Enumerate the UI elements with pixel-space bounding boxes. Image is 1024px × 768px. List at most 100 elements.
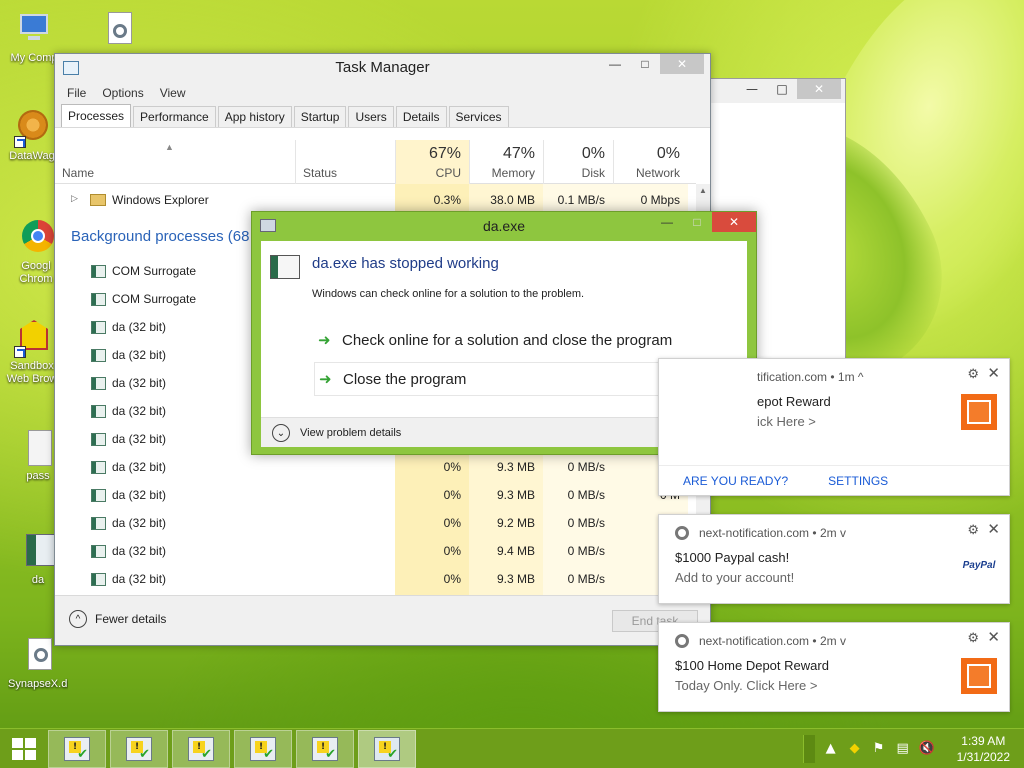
clock-time: 1:39 AM bbox=[961, 734, 1006, 748]
tab-services[interactable]: Services bbox=[448, 106, 509, 127]
process-name: da (32 bit) bbox=[112, 320, 167, 334]
minimize-button[interactable]: — bbox=[737, 79, 767, 99]
tab-processes[interactable]: Processes bbox=[61, 104, 132, 127]
dialog-titlebar[interactable]: da.exe — □ ✕ bbox=[252, 212, 756, 240]
notification-paypal[interactable]: next-notification.com • 2m v ⚙ ✕ $1000 P… bbox=[658, 514, 1010, 604]
process-icon bbox=[91, 573, 106, 586]
view-problem-details-button[interactable]: ⌄ View problem details bbox=[272, 424, 401, 442]
menu-file[interactable]: File bbox=[67, 86, 86, 100]
tab-details[interactable]: Details bbox=[395, 106, 447, 127]
home-depot-logo bbox=[961, 658, 997, 694]
table-row[interactable]: da (32 bit)0%9.3 MB0 MB/s0 M bbox=[55, 481, 696, 509]
warning-app-icon bbox=[64, 736, 90, 762]
maximize-button[interactable]: □ bbox=[682, 212, 712, 232]
taskbar-item-task-manager[interactable] bbox=[358, 729, 416, 768]
close-button[interactable]: ✕ bbox=[797, 79, 841, 99]
notification-meta: next-notification.com • 2m v bbox=[699, 634, 846, 648]
process-icon bbox=[91, 461, 106, 474]
expand-icon[interactable]: ▷ bbox=[71, 193, 78, 204]
green-arrow-icon: ➜ bbox=[319, 371, 332, 388]
column-network[interactable]: 0% Network bbox=[613, 140, 688, 184]
are-you-ready-button[interactable]: ARE YOU READY? bbox=[683, 474, 788, 488]
column-cpu[interactable]: 67% CPU bbox=[395, 140, 469, 184]
chevron-up-icon[interactable]: ▲ bbox=[823, 741, 839, 757]
table-row[interactable]: da (32 bit)0%9.2 MB0 MB/s0 M bbox=[55, 509, 696, 537]
close-icon[interactable]: ✕ bbox=[987, 520, 1000, 538]
network-icon[interactable]: ▤ bbox=[895, 741, 911, 757]
volume-muted-icon[interactable]: 🔇 bbox=[919, 741, 935, 757]
chevron-up-icon: ^ bbox=[69, 610, 87, 628]
maximize-button[interactable]: □ bbox=[630, 54, 660, 74]
process-name: da (32 bit) bbox=[112, 404, 167, 418]
notification-home-depot-1[interactable]: tification.com • 1m ^ ⚙ ✕ epot Reward ic… bbox=[658, 358, 1010, 496]
settings-button[interactable]: SETTINGS bbox=[828, 474, 888, 488]
close-button[interactable]: ✕ bbox=[660, 54, 704, 74]
process-cpu: 0.3% bbox=[433, 193, 461, 207]
gear-icon[interactable]: ⚙ bbox=[967, 522, 979, 538]
tab-performance[interactable]: Performance bbox=[133, 106, 216, 127]
desktop-icon-sandbox[interactable]: Sandbox Web Brow bbox=[2, 318, 62, 386]
table-row[interactable]: da (32 bit)0%9.4 MB0 MB/s0 M bbox=[55, 537, 696, 565]
notification-home-depot-2[interactable]: next-notification.com • 2m v ⚙ ✕ $100 Ho… bbox=[658, 622, 1010, 712]
desktop-icon-settings-file[interactable] bbox=[88, 10, 148, 52]
datawag-icon bbox=[12, 108, 52, 148]
minimize-button[interactable]: — bbox=[600, 54, 630, 74]
process-name: da (32 bit) bbox=[112, 376, 167, 390]
flag-icon[interactable]: ⚑ bbox=[871, 741, 887, 757]
column-status[interactable]: Status bbox=[295, 140, 395, 184]
tab-users[interactable]: Users bbox=[348, 106, 394, 127]
process-disk: 0 MB/s bbox=[567, 516, 605, 530]
tab-startup[interactable]: Startup bbox=[293, 106, 347, 127]
desktop-icon-datawag[interactable]: DataWag bbox=[2, 108, 62, 163]
close-icon[interactable]: ✕ bbox=[987, 364, 1000, 382]
background-window-titlebar[interactable]: — □ ✕ bbox=[701, 79, 845, 103]
check-online-option[interactable]: ➜ Check online for a solution and close … bbox=[314, 323, 737, 357]
action-center-icon[interactable]: ◆ bbox=[847, 741, 863, 757]
taskbar-item[interactable] bbox=[296, 729, 354, 768]
process-name: COM Surrogate bbox=[112, 292, 197, 306]
column-name[interactable]: ▲ Name bbox=[55, 140, 295, 184]
process-cpu: 0% bbox=[443, 544, 461, 558]
process-name: COM Surrogate bbox=[112, 264, 197, 278]
notification-body: Add to your account! bbox=[675, 570, 795, 585]
warning-app-icon bbox=[188, 736, 214, 762]
process-icon bbox=[91, 433, 106, 446]
warning-app-icon bbox=[126, 736, 152, 762]
tab-app-history[interactable]: App history bbox=[217, 106, 292, 127]
task-manager-footer: ^ Fewer details End task bbox=[55, 595, 710, 645]
start-button[interactable] bbox=[0, 729, 48, 768]
dll-icon bbox=[18, 636, 58, 676]
minimize-button[interactable]: — bbox=[652, 212, 682, 232]
taskbar-item[interactable] bbox=[110, 729, 168, 768]
menu-options[interactable]: Options bbox=[102, 86, 143, 100]
process-disk: 0 MB/s bbox=[567, 460, 605, 474]
table-row[interactable]: ▷ Windows Explorer 0.3% 38.0 MB 0.1 MB/s 0 Mb… bbox=[55, 186, 696, 214]
task-manager-titlebar[interactable]: Task Manager — □ ✕ bbox=[55, 54, 710, 82]
taskbar-item[interactable] bbox=[172, 729, 230, 768]
close-button[interactable]: ✕ bbox=[712, 212, 756, 232]
gear-icon[interactable]: ⚙ bbox=[967, 366, 979, 382]
sandbox-icon bbox=[12, 318, 52, 358]
menu-view[interactable]: View bbox=[160, 86, 186, 100]
process-memory: 9.3 MB bbox=[496, 572, 535, 586]
process-disk: 0 MB/s bbox=[567, 488, 605, 502]
taskbar-item[interactable] bbox=[48, 729, 106, 768]
clock[interactable]: 1:39 AM 1/31/2022 bbox=[957, 733, 1010, 765]
scroll-up-icon[interactable]: ▲ bbox=[699, 186, 707, 195]
close-icon[interactable]: ✕ bbox=[987, 628, 1000, 646]
dialog-title: da.exe bbox=[482, 218, 526, 234]
table-row[interactable]: da (32 bit)0%9.3 MB0 MB/s0 M bbox=[55, 565, 696, 593]
fewer-details-button[interactable]: ^ Fewer details bbox=[69, 610, 166, 628]
taskbar-item[interactable] bbox=[234, 729, 292, 768]
desktop-icon-label: DataWag bbox=[9, 150, 55, 162]
gear-icon[interactable]: ⚙ bbox=[967, 630, 979, 646]
dialog-heading: da.exe has stopped working bbox=[312, 255, 499, 272]
show-desktop-handle[interactable] bbox=[802, 735, 815, 763]
process-name: da (32 bit) bbox=[112, 488, 167, 502]
notification-actions: ARE YOU READY? SETTINGS bbox=[659, 465, 1009, 495]
column-disk[interactable]: 0% Disk bbox=[543, 140, 613, 184]
column-memory[interactable]: 47% Memory bbox=[469, 140, 543, 184]
table-row[interactable]: da (32 bit)0%9.3 MB0 MB/s0 M bbox=[55, 453, 696, 481]
maximize-button[interactable]: □ bbox=[767, 79, 797, 99]
desktop-icon-label: SynapseX.dll bbox=[8, 678, 68, 690]
